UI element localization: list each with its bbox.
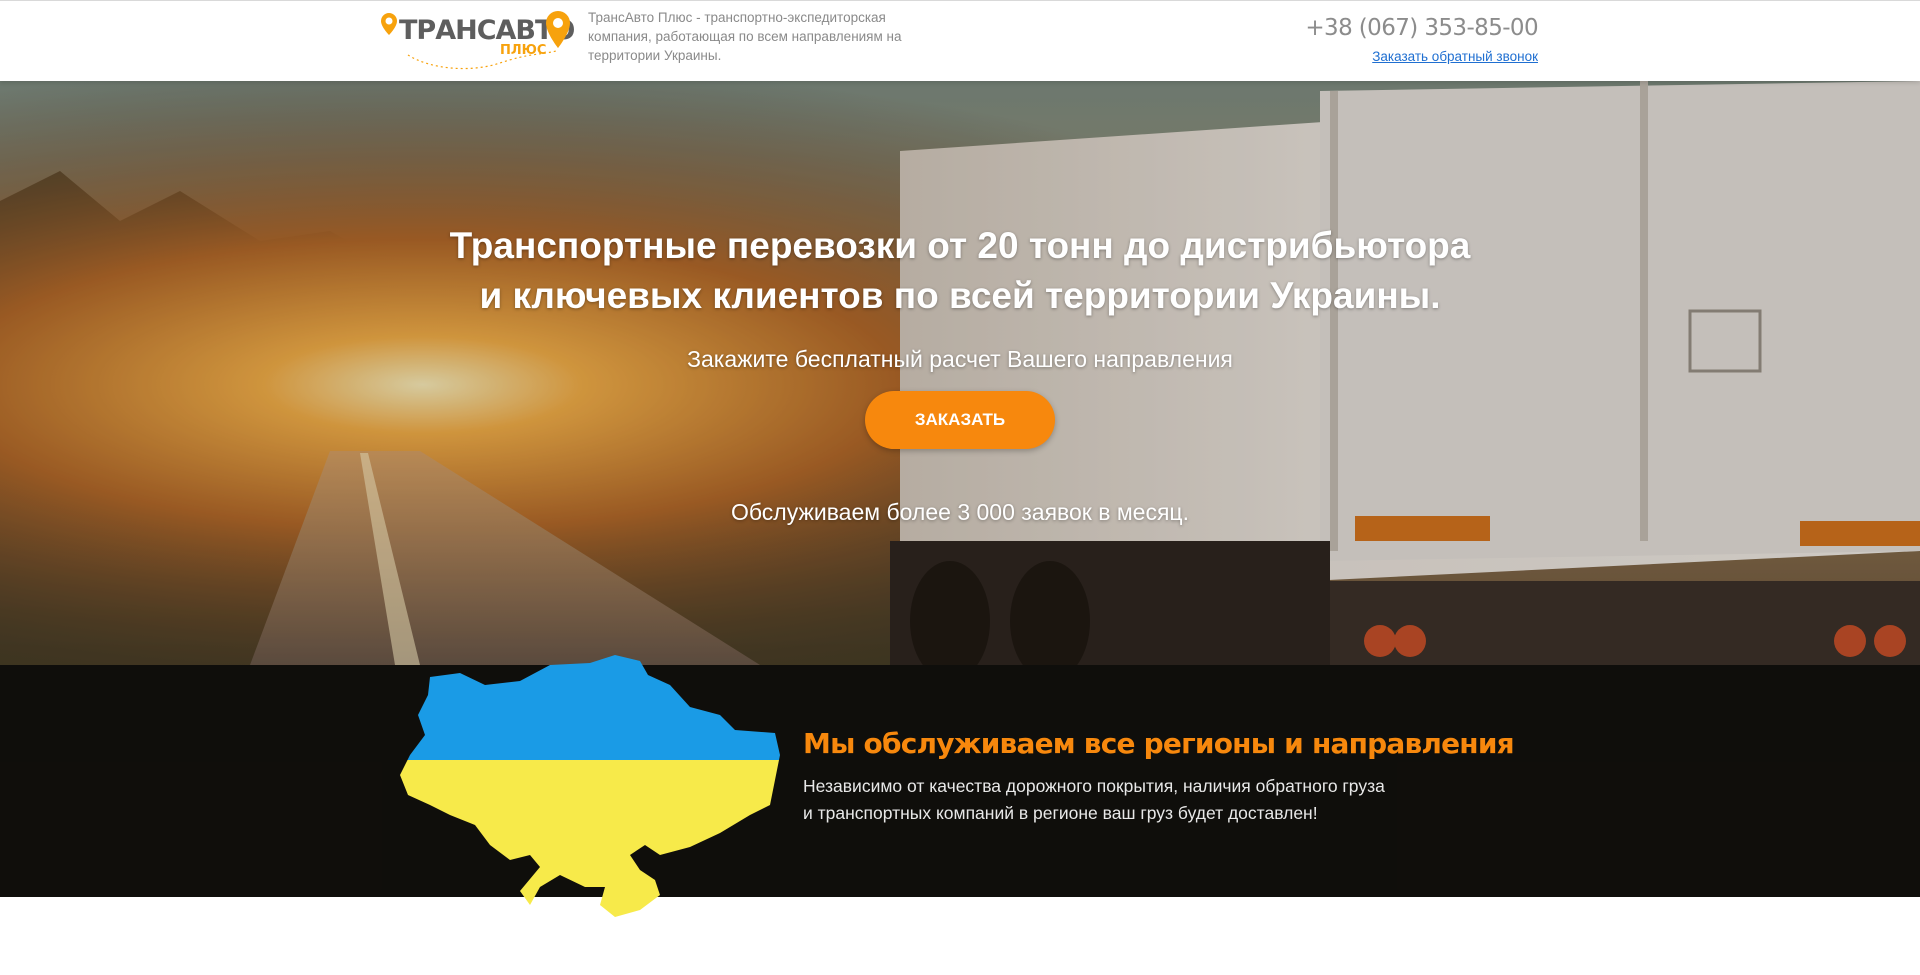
hero-subtitle: Закажите бесплатный расчет Вашего направ… bbox=[687, 346, 1233, 372]
regions-title: Мы обслуживаем все регионы и направления bbox=[803, 727, 1515, 760]
company-tagline: ТрансАвто Плюс - транспортно-экспедиторс… bbox=[588, 10, 902, 63]
svg-text:ПЛЮС: ПЛЮС bbox=[500, 43, 546, 58]
hero-overlay bbox=[0, 81, 1920, 665]
site-header: ТРАНСАВТО ПЛЮС ТрансАвто Плюс - транспор… bbox=[0, 0, 1920, 81]
ukraine-map-icon bbox=[400, 655, 780, 917]
hero-stat-text: Обслуживаем более 3 000 заявок в месяц. bbox=[731, 499, 1189, 525]
regions-text-line: Независимо от качества дорожного покрыти… bbox=[803, 776, 1385, 796]
hero-title-line: Транспортные перевозки от 20 тонн до дис… bbox=[449, 225, 1471, 266]
order-button[interactable]: ЗАКАЗАТЬ bbox=[865, 391, 1055, 449]
hero-title-line: и ключевых клиентов по всей территории У… bbox=[479, 275, 1441, 316]
hero-section: Транспортные перевозки от 20 тонн до дис… bbox=[0, 81, 1920, 665]
location-pin-icon bbox=[381, 13, 397, 35]
phone-number[interactable]: +38 (067) 353-85-00 bbox=[1260, 15, 1538, 41]
company-logo[interactable]: ТРАНСАВТО ПЛЮС bbox=[380, 7, 575, 75]
regions-text-line: и транспортных компаний в регионе ваш гр… bbox=[803, 803, 1318, 823]
hero-title: Транспортные перевозки от 20 тонн до дис… bbox=[360, 221, 1560, 321]
callback-link[interactable]: Заказать обратный звонок bbox=[1260, 49, 1538, 64]
regions-description: Независимо от качества дорожного покрыти… bbox=[803, 773, 1503, 827]
